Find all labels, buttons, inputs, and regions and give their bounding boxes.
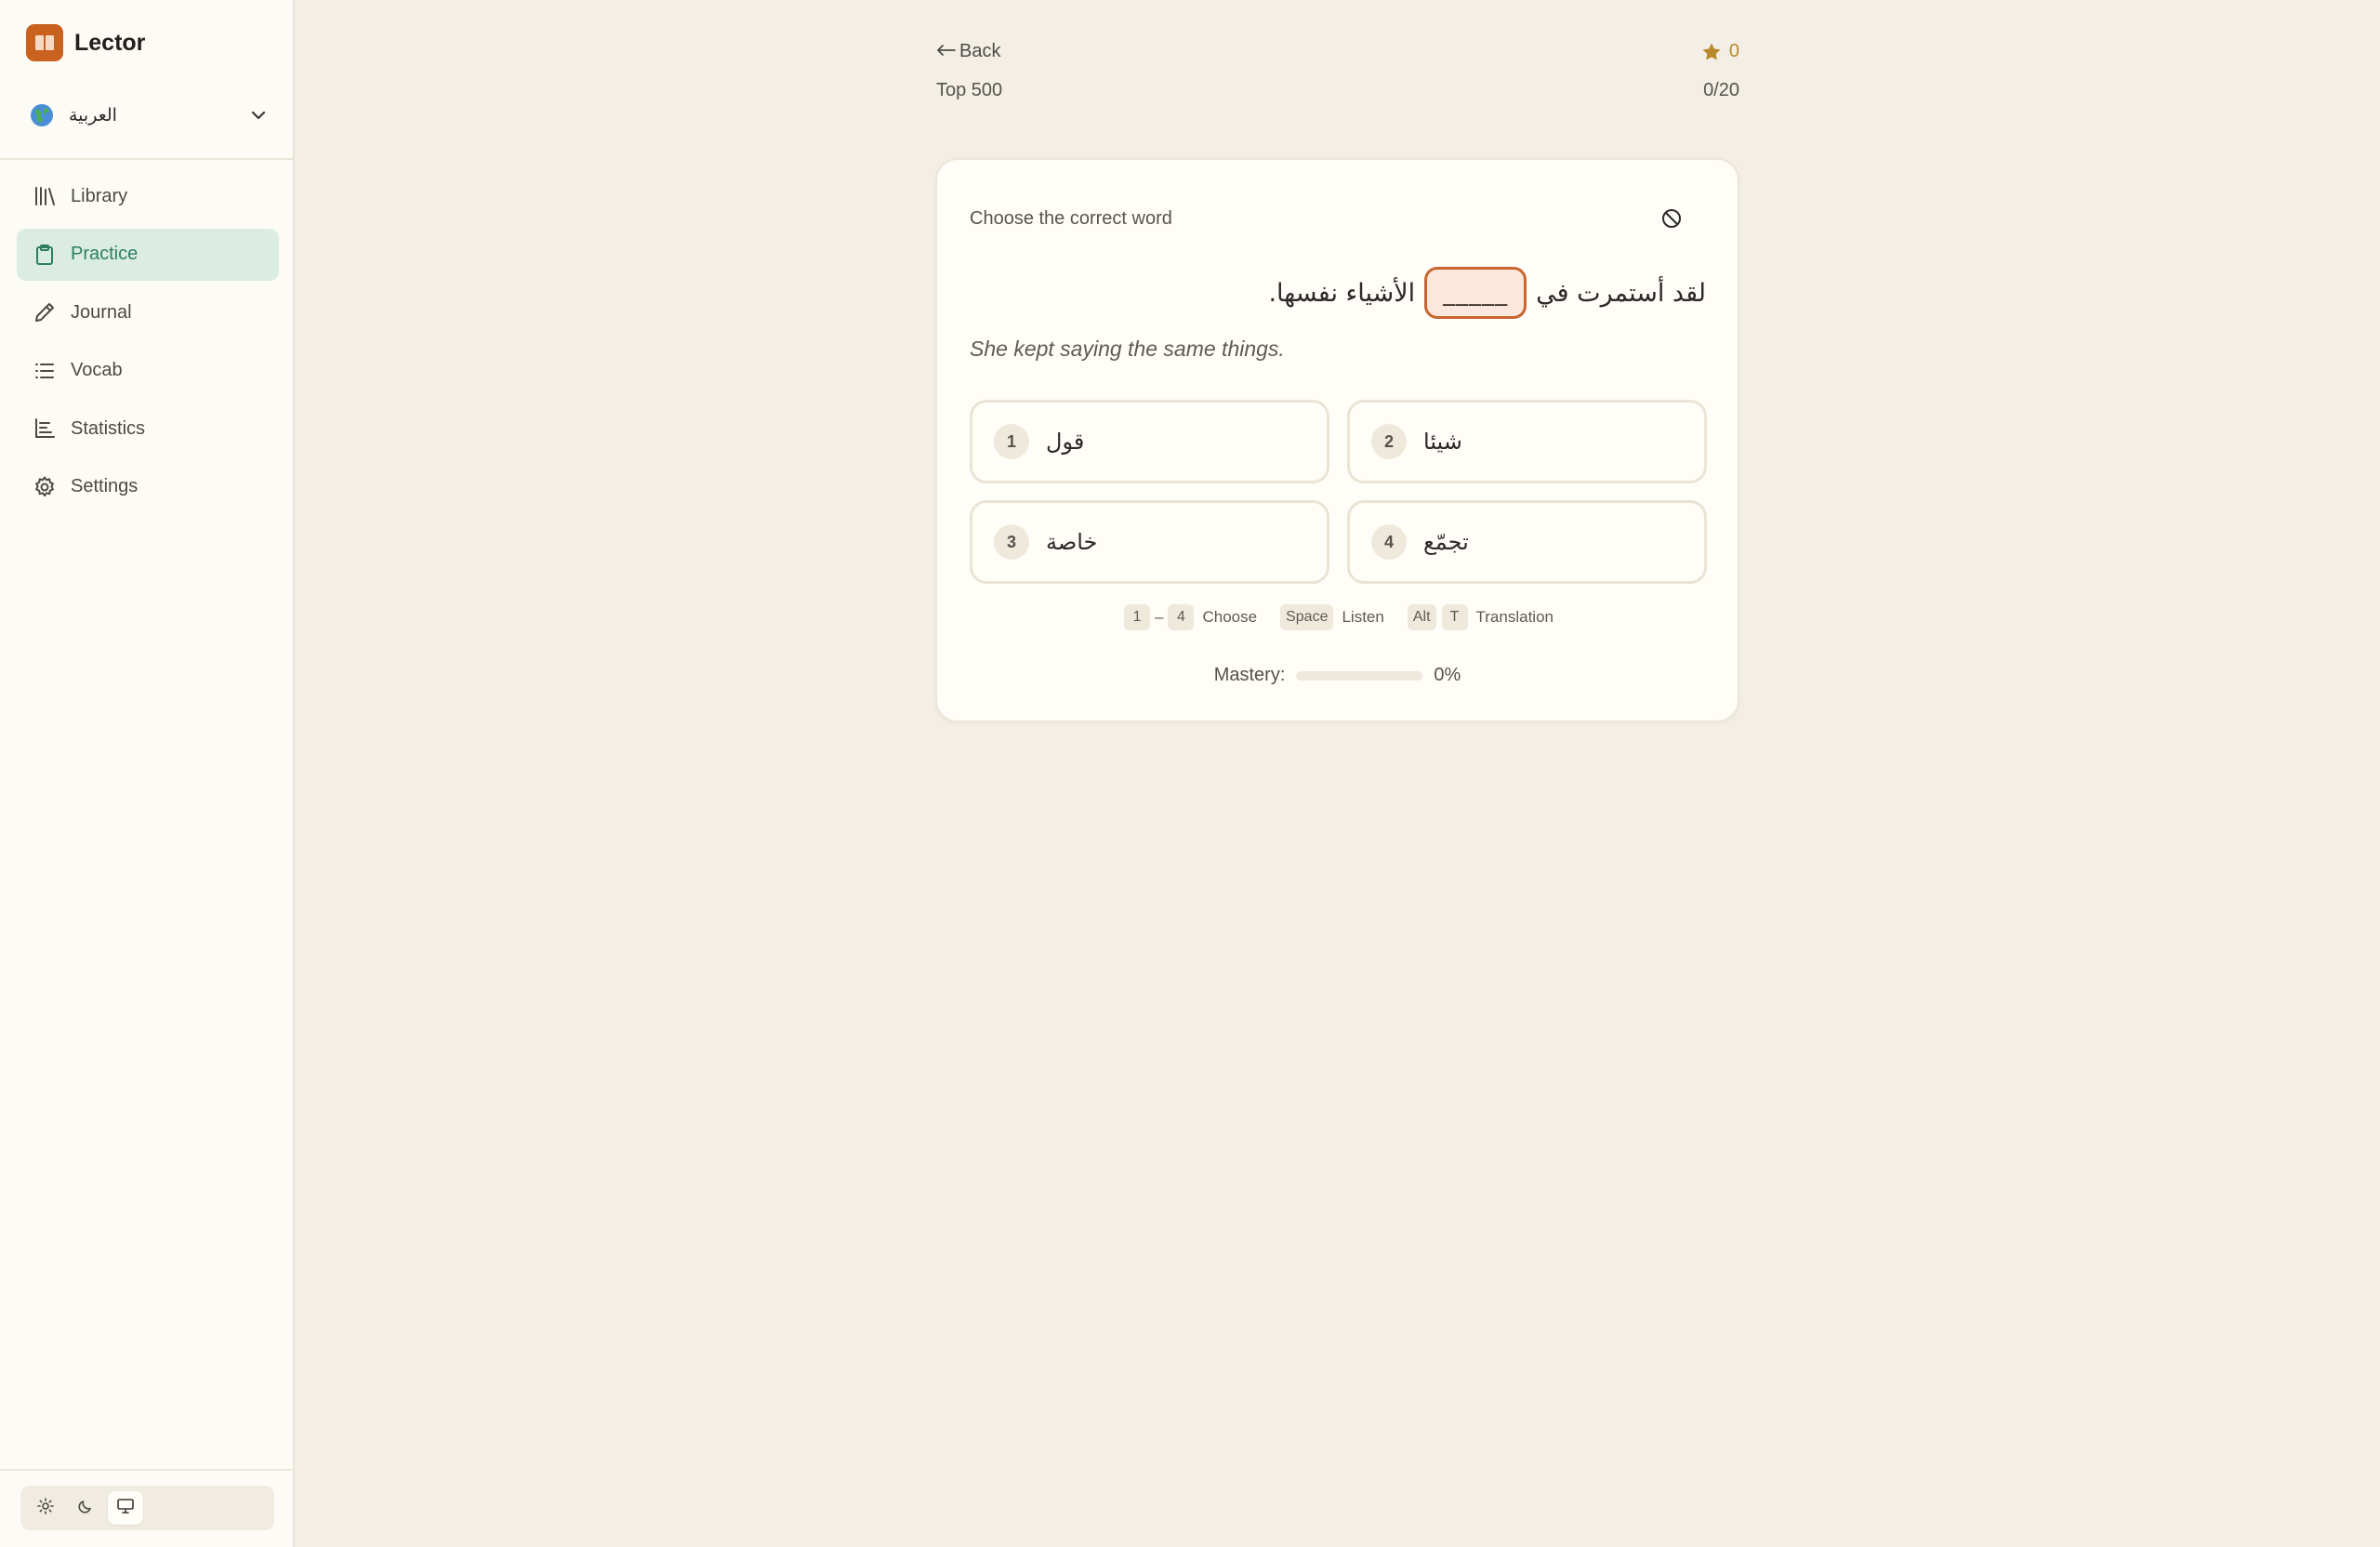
progress-count: 0/20 [1703, 80, 1739, 100]
theme-light-button[interactable] [28, 1491, 63, 1525]
sun-icon [37, 1497, 54, 1519]
sidebar: Lector العربية Library Practice Journal … [0, 0, 295, 1547]
mastery-bar [1296, 670, 1423, 681]
clipboard-icon [32, 242, 58, 268]
star-icon [1701, 42, 1722, 62]
sidebar-item-label: Statistics [71, 417, 146, 439]
sidebar-item-library[interactable]: Library [17, 170, 279, 222]
pencil-icon [32, 299, 58, 325]
chevron-down-icon [249, 106, 268, 125]
sidebar-item-label: Vocab [71, 360, 123, 380]
app-name: Lector [74, 29, 146, 56]
kbd-alt: Alt [1407, 604, 1436, 630]
sidebar-item-label: Journal [71, 301, 132, 323]
sidebar-item-journal[interactable]: Journal [17, 286, 279, 338]
translation-text: She kept saying the same things. [970, 337, 1285, 361]
option-number: 1 [994, 424, 1029, 459]
theme-system-button[interactable] [108, 1491, 143, 1525]
kbd-dash: – [1155, 608, 1164, 626]
language-select[interactable]: العربية [30, 97, 268, 134]
option-3-button[interactable]: 3 خاصة [970, 500, 1329, 584]
kbd-choose-to: 4 [1168, 604, 1195, 630]
card-instruction: Choose the correct word [970, 208, 1172, 229]
ban-icon[interactable] [1659, 206, 1684, 231]
sidebar-item-settings[interactable]: Settings [17, 461, 279, 513]
library-icon [32, 183, 58, 209]
language-name: العربية [69, 105, 117, 126]
option-word: شيئا [1423, 429, 1462, 455]
sidebar-item-label: Library [71, 185, 128, 206]
option-number: 4 [1371, 524, 1407, 560]
sentence-before: لقد أستمرت في [1536, 278, 1706, 308]
option-number: 3 [994, 524, 1029, 560]
theme-toggle [20, 1486, 274, 1530]
sidebar-nav: Library Practice Journal Vocab Statistic… [17, 170, 279, 519]
option-2-button[interactable]: 2 شيئا [1347, 400, 1707, 483]
option-number: 2 [1371, 424, 1407, 459]
moon-icon [77, 1498, 94, 1519]
score: 0 [1701, 41, 1739, 62]
arrow-left-icon [935, 41, 956, 62]
kbd-space: Space [1280, 604, 1334, 630]
mastery-value: 0% [1434, 665, 1461, 685]
option-word: قول [1046, 429, 1085, 455]
option-word: خاصة [1046, 529, 1098, 555]
sentence-blank: _____ [1424, 267, 1527, 319]
kbd-choose-from: 1 [1124, 604, 1151, 630]
sidebar-item-vocab[interactable]: Vocab [17, 345, 279, 397]
option-1-button[interactable]: 1 قول [970, 400, 1329, 483]
sidebar-divider [0, 158, 295, 160]
shortcut-translation-label: Translation [1475, 608, 1554, 626]
globe-icon [30, 103, 54, 127]
keyboard-shortcuts: 1 – 4 Choose Space Listen Alt T Translat… [937, 604, 1738, 630]
option-4-button[interactable]: 4 تجمّع [1347, 500, 1707, 584]
brand[interactable]: Lector [26, 23, 145, 62]
monitor-icon [116, 1498, 135, 1519]
sidebar-item-practice[interactable]: Practice [17, 228, 279, 281]
back-label: Back [959, 41, 1001, 61]
sidebar-bottom-divider [0, 1469, 295, 1471]
score-value: 0 [1728, 41, 1739, 61]
shortcut-listen-label: Listen [1342, 608, 1384, 626]
option-word: تجمّع [1423, 529, 1469, 555]
sidebar-item-label: Settings [71, 476, 139, 496]
mastery-label: Mastery: [1213, 665, 1286, 685]
sidebar-item-label: Practice [71, 244, 139, 264]
back-link[interactable]: Back [935, 41, 1000, 62]
deck-name: Top 500 [936, 80, 1003, 100]
shortcut-choose-label: Choose [1202, 608, 1258, 626]
practice-card: Choose the correct word لقد أستمرت في __… [935, 158, 1739, 722]
book-logo-icon [26, 24, 63, 61]
sentence-after: الأشياء نفسها. [1268, 278, 1416, 308]
sentence: لقد أستمرت في _____ الأشياء نفسها. [1268, 266, 1706, 320]
list-icon [32, 358, 58, 384]
theme-dark-button[interactable] [68, 1491, 103, 1525]
gear-icon [32, 474, 58, 500]
sidebar-item-statistics[interactable]: Statistics [17, 403, 279, 455]
mastery: Mastery: 0% [937, 665, 1738, 686]
kbd-t: T [1441, 604, 1468, 630]
bar-chart-icon [32, 416, 58, 442]
